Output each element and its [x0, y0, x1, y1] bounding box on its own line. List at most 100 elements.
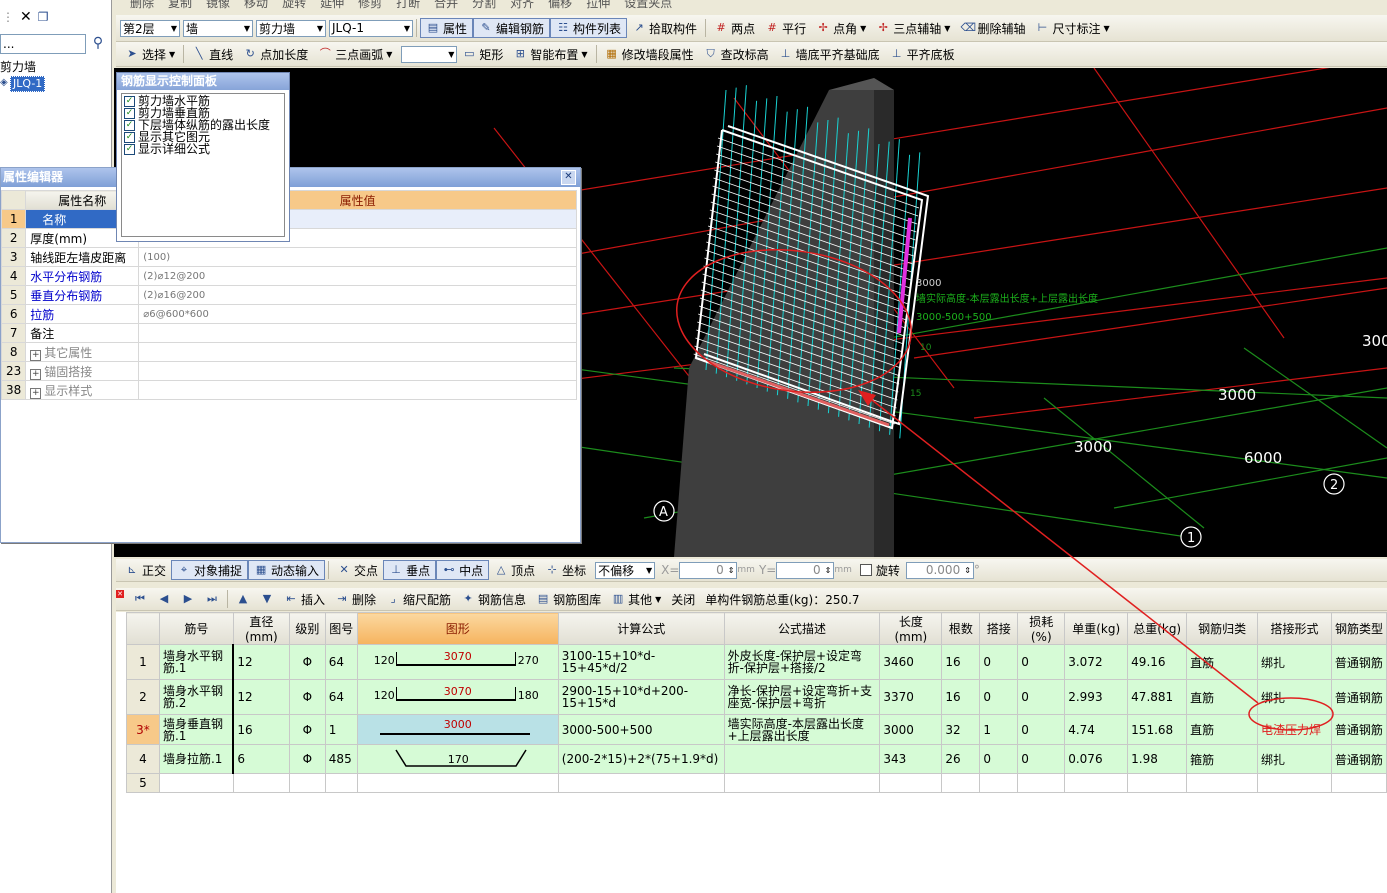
grid-header-cell[interactable]: 级别 — [288, 612, 326, 645]
line-button[interactable]: ╲ 直线 — [187, 44, 238, 64]
check-elevation-button[interactable]: ⛉ 查改标高 — [699, 44, 774, 64]
property-value[interactable]: (2)⌀16@200 — [138, 285, 577, 305]
align-slab-button[interactable]: ⊥ 平齐底板 — [885, 44, 960, 64]
three-point-aux-button[interactable]: ✢ 三点辅轴 ▼ — [871, 18, 955, 38]
delete-row-button[interactable]: ⇥ 删除 — [330, 589, 381, 609]
cell-loss[interactable]: 0 — [1017, 714, 1066, 745]
attr-button[interactable]: ▤ 属性 — [420, 18, 474, 38]
cell-rtype[interactable]: 普通钢筋 — [1330, 644, 1387, 680]
cell-unit_w[interactable]: 2.993 — [1064, 679, 1129, 715]
align-base-button[interactable]: ⊥ 墙底平齐基础底 — [774, 44, 885, 64]
object-snap-toggle[interactable]: ⌖ 对象捕捉 — [171, 560, 249, 580]
checkbox-checked-icon[interactable]: ✓ — [124, 143, 135, 155]
empty-cell[interactable] — [158, 773, 234, 793]
cell-lap[interactable]: 0 — [979, 744, 1019, 774]
grid-header-cell[interactable]: 损耗(%) — [1017, 612, 1066, 645]
top-toolbar-item[interactable]: 合并 — [434, 0, 458, 9]
property-value[interactable] — [138, 323, 577, 343]
empty-cell[interactable] — [1186, 773, 1259, 793]
next-record-button[interactable]: ▶ — [176, 589, 200, 609]
empty-cell[interactable] — [1330, 773, 1387, 793]
top-toolbar-item[interactable]: 修剪 — [358, 0, 382, 9]
property-value[interactable] — [138, 361, 577, 381]
dynamic-input-toggle[interactable]: ▦ 动态输入 — [248, 560, 326, 580]
cell-name[interactable]: 墙身垂直钢筋.1 — [158, 714, 235, 745]
property-value[interactable]: ⌀6@600*600 — [138, 304, 577, 324]
rect-button[interactable]: ▭ 矩形 — [457, 44, 508, 64]
top-toolbar-item[interactable]: 镜像 — [206, 0, 230, 9]
cell-formula[interactable]: 3100-15+10*d-15+45*d/2 — [557, 644, 725, 680]
dimension-button[interactable]: ⊢ 尺寸标注 ▼ — [1030, 18, 1114, 38]
grid-header-cell[interactable]: 图号 — [324, 612, 358, 645]
empty-cell[interactable] — [1017, 773, 1066, 793]
top-toolbar-item[interactable]: 拉伸 — [586, 0, 610, 9]
cell-cat[interactable]: 直筋 — [1186, 679, 1259, 715]
empty-cell[interactable] — [324, 773, 358, 793]
top-toolbar-item[interactable]: 打断 — [396, 0, 420, 9]
ortho-toggle[interactable]: ⊾ 正交 — [120, 560, 171, 580]
table-row[interactable]: 2 墙身水平钢筋.2 12 Φ 64 120 3070 180 2900-15+10*d+200… — [126, 679, 1387, 715]
cell-desc[interactable]: 墙实际高度-本层露出长度+上层露出长度 — [723, 714, 881, 745]
top-toolbar-item[interactable]: 分割 — [472, 0, 496, 9]
row-number[interactable]: 3* — [126, 714, 160, 745]
close-grid-button[interactable]: 关闭 — [666, 589, 700, 609]
table-row[interactable]: 1 墙身水平钢筋.1 12 Φ 64 120 3070 270 3100-15+10*d-15+… — [126, 644, 1387, 680]
rebar-shape-cell[interactable]: 170 — [356, 744, 559, 774]
cell-formula[interactable]: 3000-500+500 — [557, 714, 725, 745]
cell-grade[interactable]: Φ — [288, 679, 326, 715]
cell-len[interactable]: 3000 — [879, 714, 943, 745]
cell-count[interactable]: 16 — [941, 679, 981, 715]
empty-cell[interactable] — [557, 773, 725, 793]
checkbox-checked-icon[interactable]: ✓ — [124, 95, 135, 107]
grid-header-cell[interactable]: 根数 — [941, 612, 981, 645]
empty-cell[interactable] — [1064, 773, 1129, 793]
type-select[interactable]: 墙 ▼ — [183, 19, 253, 37]
empty-cell[interactable] — [723, 773, 881, 793]
rebar-library-button[interactable]: ▤ 钢筋图库 — [531, 589, 606, 609]
top-toolbar-item[interactable]: 对齐 — [510, 0, 534, 9]
scale-rebar-button[interactable]: ⌟ 缩尺配筋 — [381, 589, 456, 609]
cell-fig[interactable]: 1 — [324, 714, 358, 745]
cell-grade[interactable]: Φ — [288, 714, 326, 745]
cell-unit_w[interactable]: 0.076 — [1064, 744, 1129, 774]
modify-wall-button[interactable]: ▦ 修改墙段属性 — [600, 44, 699, 64]
offset-mode-select[interactable]: 不偏移 ▼ — [595, 561, 656, 579]
cell-fig[interactable]: 64 — [324, 679, 358, 715]
cell-len[interactable]: 343 — [879, 744, 943, 774]
cell-total_w[interactable]: 1.98 — [1127, 744, 1188, 774]
property-row[interactable]: 4 水平分布钢筋 (2)⌀12@200 — [0, 266, 577, 286]
close-icon[interactable]: ✕ — [116, 590, 124, 598]
grid-header-cell[interactable] — [126, 612, 160, 645]
last-record-button[interactable]: ⏭ — [200, 589, 224, 609]
arc-button[interactable]: ⌒ 三点画弧 ▼ — [313, 44, 397, 64]
tree-root-label[interactable]: 剪力墙 — [0, 60, 36, 74]
property-row[interactable]: 23 + 锚固搭接 — [0, 361, 577, 381]
top-toolbar-item[interactable]: 删除 — [130, 0, 154, 9]
cell-name[interactable]: 墙身水平钢筋.1 — [158, 644, 235, 680]
cell-lap_type[interactable]: 绑扎 — [1257, 744, 1332, 774]
cell-grade[interactable]: Φ — [288, 644, 326, 680]
rotate-input[interactable]: 0.000 ⇕ — [905, 561, 974, 579]
expand-plus-icon[interactable]: + — [30, 387, 42, 399]
intersect-snap[interactable]: ✕ 交点 — [332, 560, 383, 580]
checkbox-checked-icon[interactable]: ✓ — [124, 131, 135, 143]
cell-grade[interactable]: Φ — [288, 744, 326, 774]
cell-cat[interactable]: 箍筋 — [1186, 744, 1259, 774]
row-number[interactable]: 1 — [126, 644, 160, 680]
grid-header-cell[interactable]: 钢筋归类 — [1186, 612, 1259, 645]
top-toolbar-item[interactable]: 设置夹点 — [624, 0, 672, 9]
first-record-button[interactable]: ⏮ — [128, 589, 152, 609]
grid-header-cell[interactable]: 筋号 — [158, 612, 234, 645]
expand-plus-icon[interactable]: + — [30, 368, 42, 380]
cell-count[interactable]: 32 — [941, 714, 981, 745]
property-value[interactable] — [138, 380, 577, 400]
cell-len[interactable]: 3460 — [879, 644, 943, 680]
point-length-button[interactable]: ↻ 点加长度 — [238, 44, 313, 64]
x-input[interactable]: 0 ⇕ — [679, 561, 738, 579]
grid-header-cell[interactable]: 公式描述 — [723, 612, 881, 645]
grid-header-cell[interactable]: 长度(mm) — [879, 612, 943, 645]
move-down-button[interactable]: ▼ — [255, 589, 279, 609]
grid-header-cell[interactable]: 搭接 — [979, 612, 1019, 645]
empty-cell[interactable] — [232, 773, 290, 793]
cell-dia[interactable]: 16 — [232, 714, 290, 745]
